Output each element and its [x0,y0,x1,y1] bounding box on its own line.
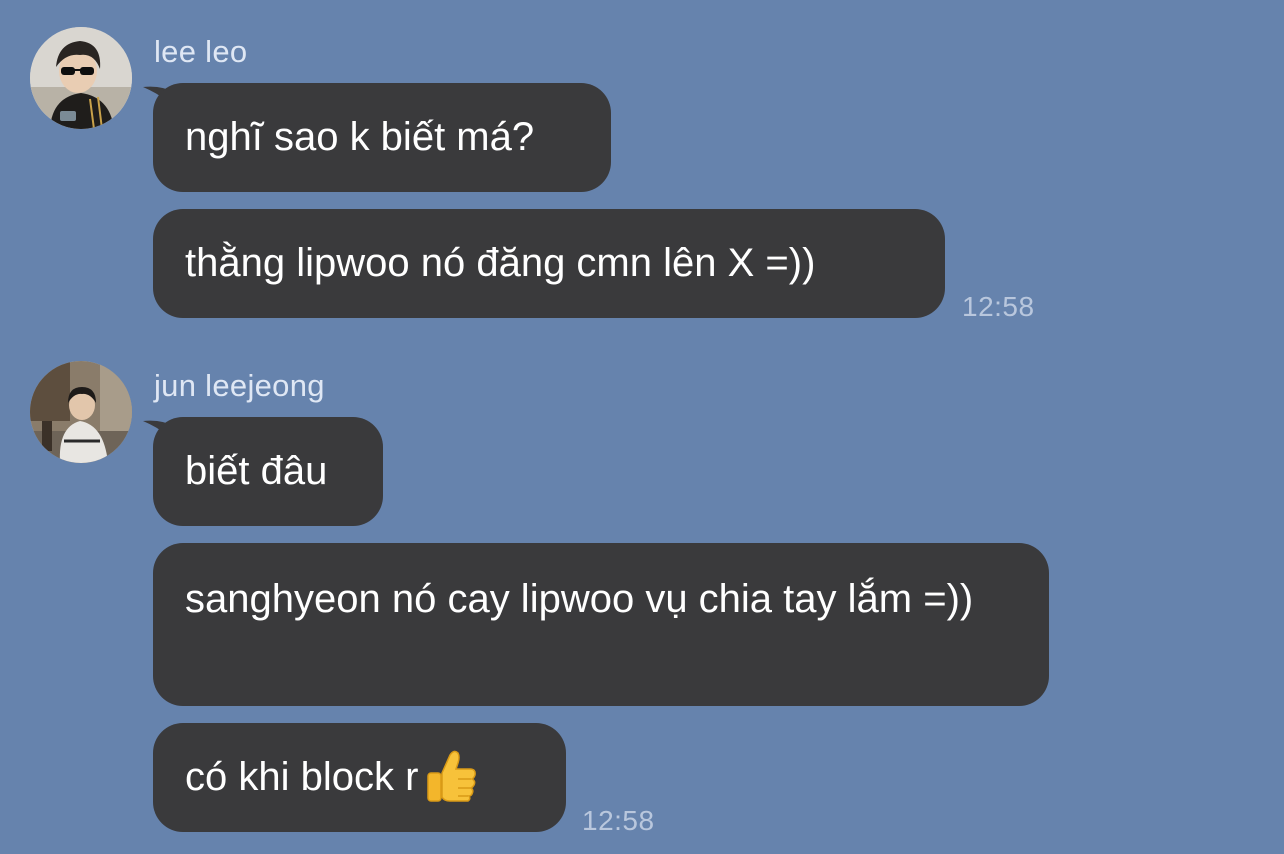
message-bubble[interactable]: biết đâu [153,417,383,526]
message-text: biết đâu [185,449,328,493]
message-bubble[interactable]: thằng lipwoo nó đăng cmn lên X =)) [153,209,945,318]
message-bubble[interactable]: sanghyeon nó cay lipwoo vụ chia tay lắm … [153,543,1049,706]
message-text: nghĩ sao k biết má? [185,115,535,159]
message-text: sanghyeon nó cay lipwoo vụ chia tay lắm … [185,577,974,621]
message-timestamp: 12:58 [962,291,1035,322]
message-text: thằng lipwoo nó đăng cmn lên X =)) [185,241,816,285]
sender-name: jun leejeong [154,368,325,403]
chat-window: lee leo nghĩ sao k biết má? thằng lipwoo… [0,0,1284,854]
message-bubble[interactable]: có khi block r [153,723,566,832]
message-text: có khi block r [185,755,419,799]
avatar-jun-leejeong[interactable] [30,361,132,463]
sender-name: lee leo [154,34,248,69]
thumbs-up-icon [427,751,477,803]
avatar-lee-leo[interactable] [30,27,132,129]
message-timestamp: 12:58 [582,805,655,836]
message-bubble[interactable]: nghĩ sao k biết má? [153,83,611,192]
